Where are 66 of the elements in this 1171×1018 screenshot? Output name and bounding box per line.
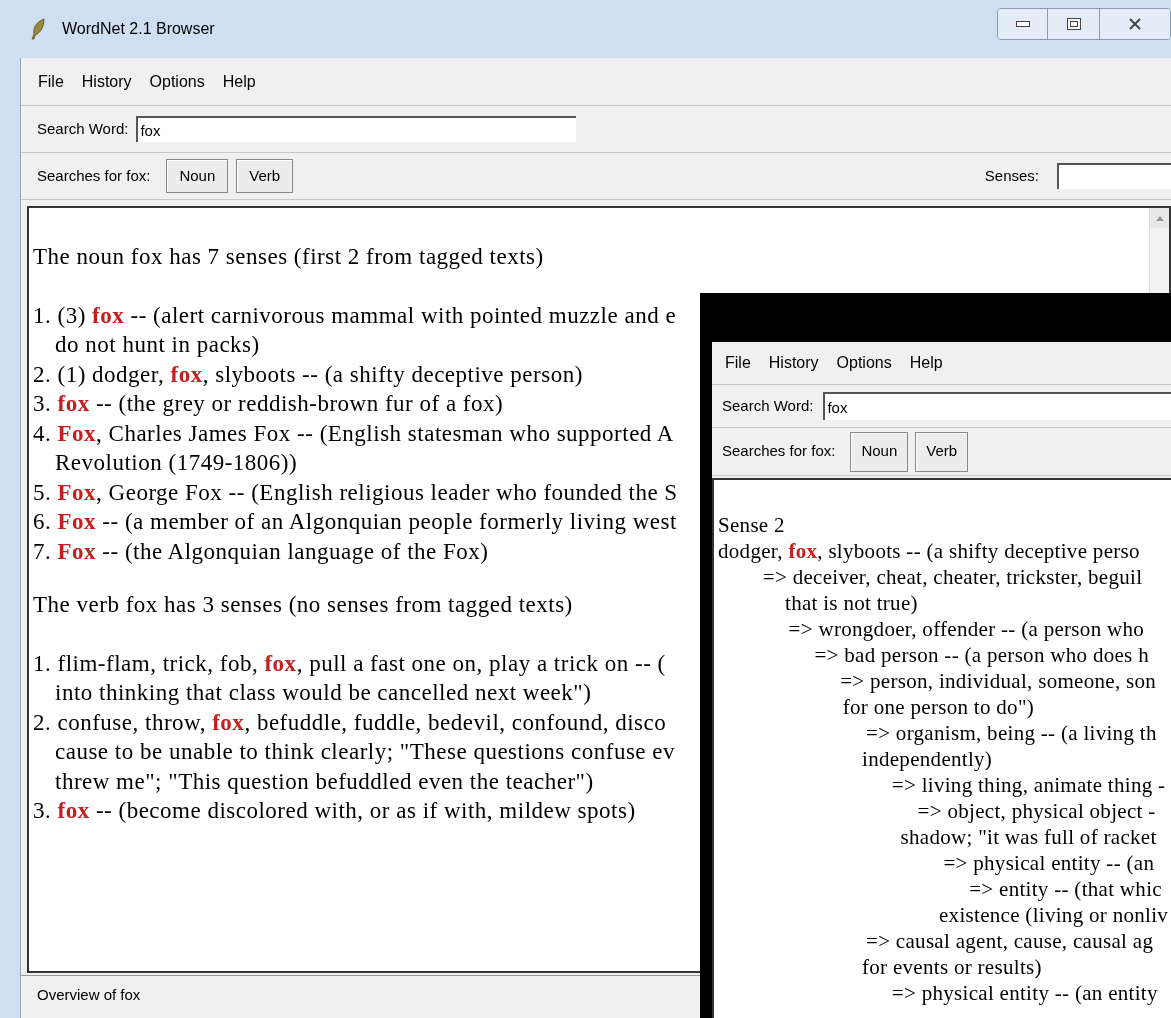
hypernym-line: => organism, being -- (a living th — [866, 720, 1157, 746]
sense-line: 3. fox -- (the grey or reddish-brown fur of a fox) — [33, 390, 504, 418]
sense-line: into thinking that class would be cancelled next week") — [55, 679, 592, 707]
sense-heading: Sense 2 — [718, 512, 785, 538]
sense-line: Revolution (1749-1806)) — [55, 449, 298, 477]
search-label: Search Word: — [37, 118, 129, 139]
sense-line: 6. Fox -- (a member of an Algonquian people formerly living west — [33, 508, 677, 536]
hypernym-line: that is not true) — [785, 590, 918, 616]
sense-line: 2. (1) dodger, fox, slyboots -- (a shifty deceptive person) — [33, 360, 583, 389]
minimize-icon — [1015, 21, 1030, 27]
menu-item[interactable]: Options — [149, 69, 205, 94]
close-button[interactable] — [1100, 9, 1170, 39]
hypernym-line: => causal agent, cause, causal ag — [866, 928, 1154, 954]
hypernym-line: => person, individual, someone, son — [840, 668, 1157, 694]
feather-icon — [30, 18, 46, 40]
menu-item[interactable]: Help — [222, 69, 256, 94]
search-label: Search Word: — [722, 395, 814, 416]
close-icon — [1128, 18, 1142, 30]
menu-item[interactable]: History — [768, 351, 819, 375]
sense-line: do not hunt in packs) — [55, 331, 260, 359]
sense-line: 5. Fox, George Fox -- (English religious leader who founded the S — [33, 478, 678, 507]
search-type-button[interactable]: Noun — [850, 431, 909, 472]
hypernym-line: => entity -- (that whic — [969, 876, 1162, 902]
menu-item[interactable]: File — [38, 69, 64, 94]
maximize-icon — [1066, 18, 1081, 30]
sense-line: 7. Fox -- (the Algonquian language of the Fox) — [33, 537, 489, 566]
hypernym-line: shadow; "it was full of racket — [900, 824, 1157, 850]
sense-line: 1. (3) fox -- (alert carnivorous mammal with pointed muzzle and e — [33, 301, 677, 330]
search-field[interactable]: fox — [823, 392, 1171, 420]
overview-heading: The verb fox has 3 senses (no senses from tagged texts) — [33, 591, 573, 619]
searches-label: Searches for fox: — [37, 165, 151, 186]
searches-label: Searches for fox: — [722, 441, 836, 462]
maximize-button[interactable] — [1048, 9, 1100, 39]
search-type-button[interactable]: Noun — [166, 159, 229, 193]
hypernym-line: => wrongdoer, offender -- (a person who — [788, 616, 1145, 642]
menu-item[interactable]: Options — [836, 351, 892, 375]
window-title: WordNet 2.1 Browser — [62, 19, 215, 39]
sense-line: threw me"; "This question befuddled even the teacher") — [55, 767, 594, 796]
senses-label: Senses: — [984, 165, 1039, 186]
up-arrow-icon — [1155, 215, 1164, 221]
menu-item[interactable]: History — [81, 69, 132, 94]
hypernym-line: for events or results) — [862, 954, 1042, 980]
sense-line: cause to be unable to think clearly; "These questions confuse ev — [55, 738, 676, 766]
sense-line: 4. Fox, Charles James Fox -- (English statesman who supported A — [33, 419, 674, 448]
hypernym-line: => physical entity -- (an entity — [891, 980, 1158, 1006]
menu-item[interactable]: File — [725, 351, 751, 375]
search-type-button[interactable]: Verb — [236, 159, 294, 193]
hypernym-line: existence (living or nonliv — [939, 902, 1169, 928]
hypernym-line: => physical entity -- (an — [943, 850, 1155, 876]
search-field[interactable]: fox — [136, 116, 577, 142]
search-type-button[interactable]: Verb — [915, 431, 969, 472]
senses-field[interactable] — [1057, 163, 1171, 189]
minimize-button[interactable] — [998, 9, 1048, 39]
hypernym-line: => deceiver, cheat, cheater, trickster, beguil — [762, 564, 1143, 590]
hypernym-line: => bad person -- (a person who does h — [814, 642, 1149, 668]
hypernym-line: independently) — [862, 746, 993, 772]
menu-item[interactable]: Help — [909, 351, 943, 375]
status-text: Overview of fox — [37, 984, 141, 1005]
sense-line: 2. confuse, throw, fox, befuddle, fuddle, bedevil, confound, disco — [33, 708, 667, 737]
sense-line: 1. flim-flam, trick, fob, fox, pull a fast one on, play a trick on -- ( — [33, 649, 666, 678]
hypernym-line: => object, physical object - — [917, 798, 1156, 824]
hypernym-line: for one person to do") — [842, 694, 1035, 720]
hypernym-line: => living thing, animate thing - — [891, 772, 1166, 798]
overview-heading: The noun fox has 7 senses (first 2 from tagged texts) — [33, 243, 544, 271]
sense-line: 3. fox -- (become discolored with, or as if with, mildew spots) — [33, 797, 636, 825]
hypernym-line: dodger, fox, slyboots -- (a shifty deceptive perso — [718, 538, 1140, 564]
